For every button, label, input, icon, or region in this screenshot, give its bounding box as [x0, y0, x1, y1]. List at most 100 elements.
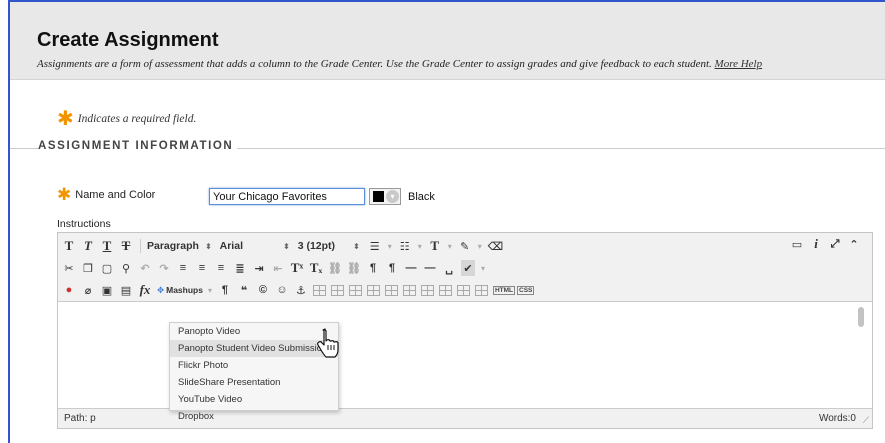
chevron-down-icon: ▾ — [386, 190, 399, 203]
resize-grip-icon[interactable]: ⟋ — [863, 415, 869, 426]
html-button[interactable]: HTML — [492, 285, 516, 295]
highlight-pen-icon[interactable]: ✎ — [458, 238, 472, 254]
outdent-icon[interactable]: ⇤ — [271, 260, 285, 276]
menu-item-panopto-student-video[interactable]: Panopto Student Video Submission — [170, 340, 338, 357]
indent-icon[interactable]: ⇥ — [252, 260, 266, 276]
table-delete-row-icon[interactable] — [348, 284, 362, 296]
paragraph-mark-icon[interactable]: ¶ — [218, 282, 232, 298]
word-count: Words:0 — [818, 413, 856, 424]
menu-item-flickr-photo[interactable]: Flickr Photo — [170, 357, 338, 374]
table-split-icon[interactable] — [402, 284, 416, 296]
chevron-down-icon[interactable]: ▾ — [480, 260, 486, 276]
chevron-down-icon[interactable]: ▾ — [447, 238, 453, 254]
collapse-icon[interactable]: ⌃ — [847, 236, 861, 252]
line-icon[interactable]: — — [423, 260, 437, 276]
table-delete-col-icon[interactable] — [384, 284, 398, 296]
info-icon[interactable]: i — [809, 236, 823, 252]
table-merge-icon[interactable] — [420, 284, 434, 296]
description-text: Assignments are a form of assessment tha… — [37, 58, 712, 70]
updown-icon: ⬍ — [204, 241, 212, 251]
spellcheck-icon[interactable]: ✔ — [461, 260, 475, 276]
fullscreen-icon[interactable]: ⤢ — [828, 236, 842, 252]
anchor-icon[interactable]: ⚓ — [294, 282, 308, 298]
math-function-icon[interactable]: fx — [138, 282, 152, 298]
css-button[interactable]: CSS — [517, 285, 535, 295]
rtl-icon[interactable]: ¶ — [385, 260, 399, 276]
menu-item-slideshare[interactable]: SlideShare Presentation — [170, 374, 338, 391]
undo-icon[interactable]: ↶ — [138, 260, 152, 276]
section-title: ASSIGNMENT INFORMATION — [38, 140, 238, 152]
align-center-icon[interactable]: ≡ — [195, 260, 209, 276]
align-right-icon[interactable]: ≡ — [214, 260, 228, 276]
preview-icon[interactable]: ▭ — [790, 236, 804, 252]
find-icon[interactable]: ⚲ — [119, 260, 133, 276]
table-insert-col-icon[interactable] — [366, 284, 380, 296]
emoticon-icon[interactable]: ☺ — [275, 282, 289, 298]
cut-icon[interactable]: ✂ — [62, 260, 76, 276]
align-left-icon[interactable]: ≡ — [176, 260, 190, 276]
more-help-link[interactable]: More Help — [715, 58, 763, 70]
copyright-icon[interactable]: © — [256, 282, 270, 298]
font-dropdown-label: Arial — [219, 240, 243, 252]
updown-icon: ⬍ — [282, 241, 290, 251]
image-icon[interactable]: ▣ — [100, 282, 114, 298]
table-props-icon[interactable] — [456, 284, 470, 296]
path-indicator: Path: p — [64, 413, 96, 424]
text-strikethrough-icon[interactable]: T — [119, 238, 133, 254]
page-header: Create Assignment Assignments are a form… — [10, 2, 885, 80]
link-icon[interactable]: ⛓ — [328, 260, 342, 276]
editor-toolbar: T T T T Paragraph ⬍ Arial ⬍ 3 (12pt) ⬍ ☰ ▾ … — [58, 233, 872, 302]
redo-icon[interactable]: ↷ — [157, 260, 171, 276]
unlink-icon[interactable]: ⛓ — [347, 260, 361, 276]
font-dropdown[interactable]: Arial ⬍ — [220, 240, 290, 252]
attach-icon[interactable]: ⌀ — [81, 282, 95, 298]
blockquote-icon[interactable]: ❝ — [237, 282, 251, 298]
chevron-down-icon[interactable]: ▾ — [207, 282, 213, 298]
copy-icon[interactable]: ❐ — [81, 260, 95, 276]
page-frame: Create Assignment Assignments are a form… — [8, 0, 885, 443]
chevron-down-icon[interactable]: ▾ — [417, 238, 423, 254]
mashups-dropdown[interactable]: ✥ Mashups — [157, 285, 203, 296]
menu-item-panopto-video[interactable]: Panopto Video — [170, 323, 338, 340]
horizontal-rule-icon[interactable]: — — [404, 260, 418, 276]
table-insert-row-icon[interactable] — [330, 284, 344, 296]
record-icon[interactable]: ● — [62, 282, 76, 298]
color-name: Black — [408, 191, 435, 203]
menu-item-dropbox[interactable]: Dropbox — [170, 408, 338, 425]
chevron-down-icon[interactable]: ▾ — [477, 238, 483, 254]
text-italic-icon[interactable]: T — [81, 238, 95, 254]
paste-icon[interactable]: ▢ — [100, 260, 114, 276]
numbered-list-icon[interactable]: ☷ — [398, 238, 412, 254]
subscript-icon[interactable]: Tₓ — [309, 260, 323, 276]
page-description: Assignments are a form of assessment tha… — [37, 58, 762, 70]
ltr-icon[interactable]: ¶ — [366, 260, 380, 276]
required-star-icon: ✱ — [57, 185, 72, 205]
media-icon[interactable]: ▤ — [119, 282, 133, 298]
text-bold-icon[interactable]: T — [62, 238, 76, 254]
editor-scrollbar[interactable] — [858, 307, 864, 327]
font-size-label: 3 (12pt) — [297, 240, 336, 252]
paragraph-dropdown-label: Paragraph — [147, 240, 199, 252]
page-title: Create Assignment — [37, 29, 219, 51]
text-style-icon[interactable]: T — [428, 238, 442, 254]
instructions-label: Instructions — [57, 218, 111, 230]
table-row-props-icon[interactable] — [474, 284, 488, 296]
section-header: ASSIGNMENT INFORMATION — [10, 140, 885, 154]
superscript-icon[interactable]: Tˣ — [290, 260, 304, 276]
text-underline-icon[interactable]: T — [100, 238, 114, 254]
bullet-list-icon[interactable]: ☰ — [368, 238, 382, 254]
name-input[interactable] — [209, 188, 365, 205]
paragraph-dropdown[interactable]: Paragraph ⬍ — [147, 240, 212, 252]
menu-item-youtube-video[interactable]: YouTube Video — [170, 391, 338, 408]
color-picker-button[interactable]: ▾ — [369, 188, 401, 205]
nonbreaking-space-icon[interactable]: ␣ — [442, 260, 456, 276]
align-justify-icon[interactable]: ≣ — [233, 260, 247, 276]
chevron-down-icon[interactable]: ▾ — [387, 238, 393, 254]
eraser-icon[interactable]: ⌫ — [488, 238, 504, 254]
table-cell-icon[interactable] — [438, 284, 452, 296]
table-icon[interactable] — [312, 284, 326, 296]
mashups-icon: ✥ — [157, 284, 165, 295]
font-size-dropdown[interactable]: 3 (12pt) ⬍ — [298, 240, 360, 252]
color-swatch — [373, 191, 384, 202]
required-note: ✱ Indicates a required field. — [57, 106, 196, 130]
